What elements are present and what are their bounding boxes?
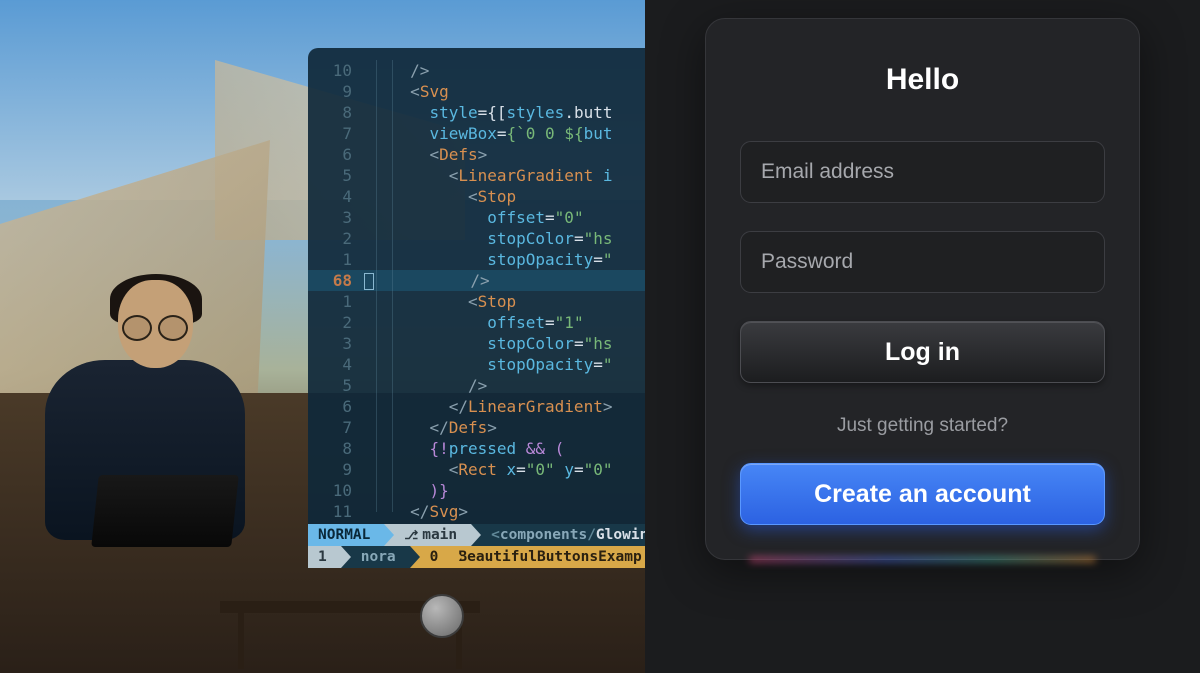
line-number: 7 bbox=[308, 417, 362, 438]
code-editor[interactable]: 10 /> 9 <Svg 8 style={[styles.butt 7 vie… bbox=[308, 48, 645, 568]
cursor-icon bbox=[364, 273, 374, 290]
line-number: 4 bbox=[308, 354, 362, 375]
line-number: 10 bbox=[308, 60, 362, 81]
signup-hint: Just getting started? bbox=[740, 415, 1105, 437]
line-number: 6 bbox=[308, 396, 362, 417]
active-code-line[interactable]: 68 /> bbox=[308, 270, 645, 291]
git-branch: ⎇main bbox=[384, 524, 471, 546]
line-number: 11 bbox=[308, 501, 362, 522]
vim-mode-indicator: NORMAL bbox=[308, 524, 384, 546]
file-breadcrumb: <components/Glowing bbox=[471, 524, 645, 546]
line-number: 1 bbox=[308, 249, 362, 270]
line-number-active: 68 bbox=[308, 270, 362, 291]
editor-status-bar: NORMAL ⎇main <components/Glowing 1 nora … bbox=[308, 524, 645, 568]
person-with-laptop bbox=[40, 280, 250, 540]
login-button[interactable]: Log in bbox=[740, 321, 1105, 383]
line-number: 7 bbox=[308, 123, 362, 144]
email-field[interactable] bbox=[740, 141, 1105, 203]
create-account-button[interactable]: Create an account bbox=[740, 463, 1105, 525]
line-number: 3 bbox=[308, 333, 362, 354]
status-left-number: 1 bbox=[308, 546, 341, 568]
line-number: 9 bbox=[308, 81, 362, 102]
branch-icon: ⎇ bbox=[404, 528, 418, 542]
line-number: 2 bbox=[308, 312, 362, 333]
line-number: 6 bbox=[308, 144, 362, 165]
status-session-name: nora bbox=[341, 546, 410, 568]
login-card: Hello Log in Just getting started? Creat… bbox=[705, 18, 1140, 560]
status-open-file: BeautifulButtonsExamp bbox=[452, 546, 645, 568]
line-number: 8 bbox=[308, 102, 362, 123]
background-photo-panel: 10 /> 9 <Svg 8 style={[styles.butt 7 vie… bbox=[0, 0, 645, 673]
line-number: 1 bbox=[308, 291, 362, 312]
line-number: 5 bbox=[308, 375, 362, 396]
line-number: 2 bbox=[308, 228, 362, 249]
line-number: 3 bbox=[308, 207, 362, 228]
app-preview-panel: Hello Log in Just getting started? Creat… bbox=[645, 0, 1200, 673]
line-number: 10 bbox=[308, 480, 362, 501]
password-field[interactable] bbox=[740, 231, 1105, 293]
line-number: 4 bbox=[308, 186, 362, 207]
line-number: 8 bbox=[308, 438, 362, 459]
login-title: Hello bbox=[740, 63, 1105, 97]
line-number: 5 bbox=[308, 165, 362, 186]
line-number: 9 bbox=[308, 459, 362, 480]
